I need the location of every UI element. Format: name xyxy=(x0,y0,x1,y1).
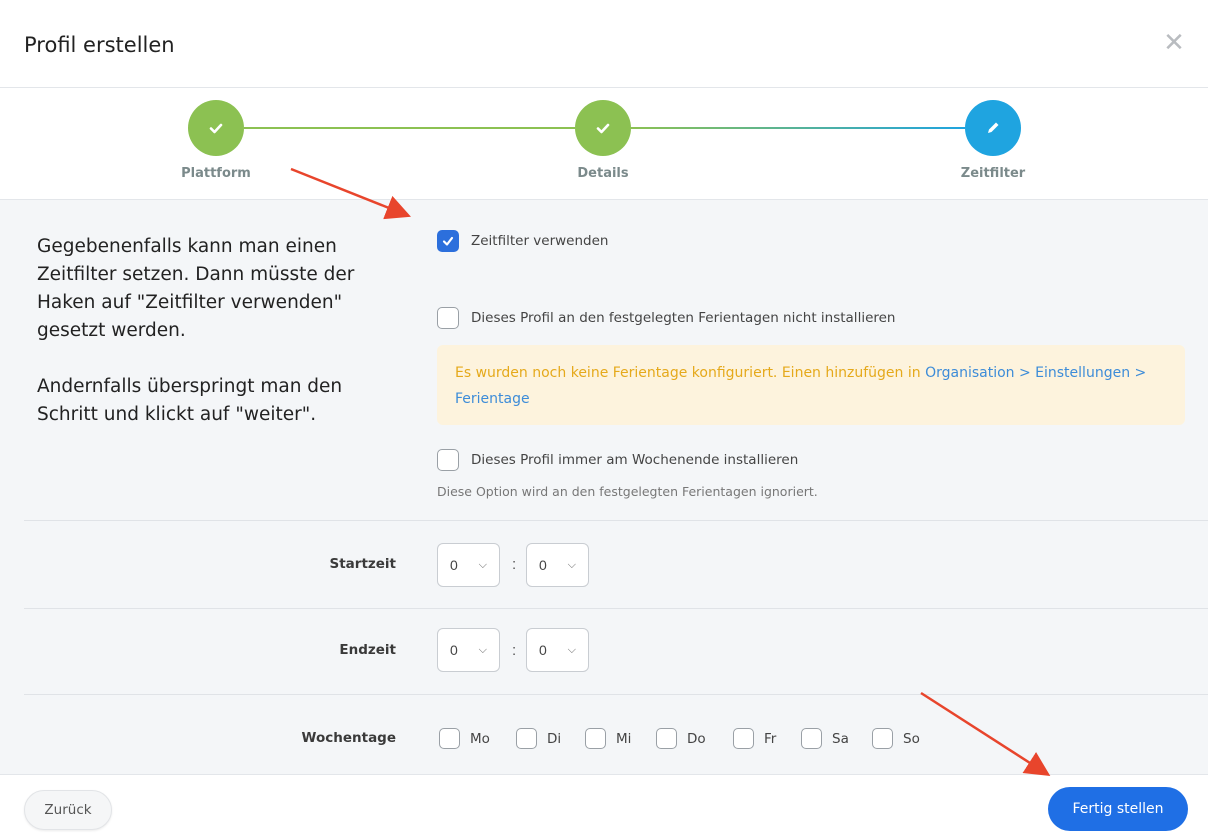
divider xyxy=(24,520,1208,521)
weekday-label: Di xyxy=(547,730,562,747)
end-minute-select[interactable]: 0 ⌵ xyxy=(526,628,589,672)
check-icon xyxy=(209,123,223,134)
dialog-header: Profil erstellen ✕ xyxy=(0,0,1208,88)
checkbox-icon[interactable] xyxy=(516,728,537,749)
weekday-fr[interactable]: Fr xyxy=(733,728,776,749)
explanation-text: Gegebenenfalls kann man einen Zeitfilter… xyxy=(37,233,407,429)
weekdays-label: Wochentage xyxy=(301,730,396,746)
checkbox-checked-icon[interactable] xyxy=(437,230,459,252)
weekend-label: Dieses Profil immer am Wochenende instal… xyxy=(471,452,799,468)
finish-button[interactable]: Fertig stellen xyxy=(1048,787,1188,831)
step-zeitfilter-circle[interactable] xyxy=(965,100,1021,156)
start-hour-value: 0 xyxy=(450,557,458,573)
step-label-plattform: Plattform xyxy=(181,166,251,181)
use-time-filter-checkbox[interactable]: Zeitfilter verwenden xyxy=(437,230,608,252)
chevron-down-icon: ⌵ xyxy=(478,643,487,656)
step-details-circle[interactable] xyxy=(575,100,631,156)
skip-holidays-checkbox[interactable]: Dieses Profil an den festgelegten Ferien… xyxy=(437,307,896,329)
checkbox-icon[interactable] xyxy=(437,449,459,471)
weekday-label: Mo xyxy=(470,730,490,747)
end-hour-value: 0 xyxy=(450,642,458,658)
pencil-icon xyxy=(988,122,999,133)
explanation-paragraph-1: Gegebenenfalls kann man einen Zeitfilter… xyxy=(37,236,355,341)
checkbox-icon[interactable] xyxy=(733,728,754,749)
step-plattform-circle[interactable] xyxy=(188,100,244,156)
step-connector xyxy=(631,127,965,129)
start-time-label: Startzeit xyxy=(329,556,397,572)
checkbox-icon[interactable] xyxy=(801,728,822,749)
weekend-hint: Diese Option wird an den festgelegten Fe… xyxy=(437,484,818,499)
weekday-mo[interactable]: Mo xyxy=(439,728,490,749)
end-hour-select[interactable]: 0 ⌵ xyxy=(437,628,500,672)
start-minute-select[interactable]: 0 ⌵ xyxy=(526,543,589,587)
time-separator: : xyxy=(512,642,517,659)
checkbox-icon[interactable] xyxy=(656,728,677,749)
end-time-label: Endzeit xyxy=(339,642,396,658)
checkbox-icon[interactable] xyxy=(437,307,459,329)
end-minute-value: 0 xyxy=(539,642,547,658)
use-time-filter-label: Zeitfilter verwenden xyxy=(471,233,609,249)
weekday-sa[interactable]: Sa xyxy=(801,728,849,749)
back-button[interactable]: Zurück xyxy=(24,790,112,830)
chevron-down-icon: ⌵ xyxy=(567,643,576,656)
chevron-down-icon: ⌵ xyxy=(567,558,576,571)
divider xyxy=(24,608,1208,609)
time-separator: : xyxy=(512,556,517,573)
weekday-label: Fr xyxy=(764,730,777,747)
check-icon xyxy=(596,123,610,134)
holidays-warning: Es wurden noch keine Ferientage konfigur… xyxy=(437,345,1185,425)
weekday-di[interactable]: Di xyxy=(516,728,561,749)
step-label-zeitfilter: Zeitfilter xyxy=(960,166,1026,181)
checkbox-icon[interactable] xyxy=(872,728,893,749)
weekday-label: Sa xyxy=(832,730,849,747)
weekday-label: Mi xyxy=(616,730,632,747)
dialog-title: Profil erstellen xyxy=(24,33,175,57)
start-minute-value: 0 xyxy=(539,557,547,573)
chevron-down-icon: ⌵ xyxy=(478,558,487,571)
weekday-so[interactable]: So xyxy=(872,728,920,749)
weekday-label: So xyxy=(903,730,920,747)
weekday-do[interactable]: Do xyxy=(656,728,706,749)
start-hour-select[interactable]: 0 ⌵ xyxy=(437,543,500,587)
step-label-details: Details xyxy=(577,166,629,181)
checkbox-icon[interactable] xyxy=(439,728,460,749)
checkbox-icon[interactable] xyxy=(585,728,606,749)
step-connector xyxy=(244,127,575,129)
weekday-label: Do xyxy=(687,730,706,747)
stepper: Plattform Details Zeitfilter xyxy=(0,88,1208,200)
divider xyxy=(24,694,1208,695)
dialog-content: Gegebenenfalls kann man einen Zeitfilter… xyxy=(0,200,1208,774)
close-icon[interactable]: ✕ xyxy=(1160,28,1188,56)
warning-text: Es wurden noch keine Ferientage konfigur… xyxy=(455,365,926,381)
weekend-checkbox[interactable]: Dieses Profil immer am Wochenende instal… xyxy=(437,449,798,471)
explanation-paragraph-2: Andernfalls überspringt man den Schritt … xyxy=(37,376,343,425)
weekday-mi[interactable]: Mi xyxy=(585,728,631,749)
dialog-footer: Zurück Fertig stellen xyxy=(0,774,1208,839)
skip-holidays-label: Dieses Profil an den festgelegten Ferien… xyxy=(471,310,896,326)
